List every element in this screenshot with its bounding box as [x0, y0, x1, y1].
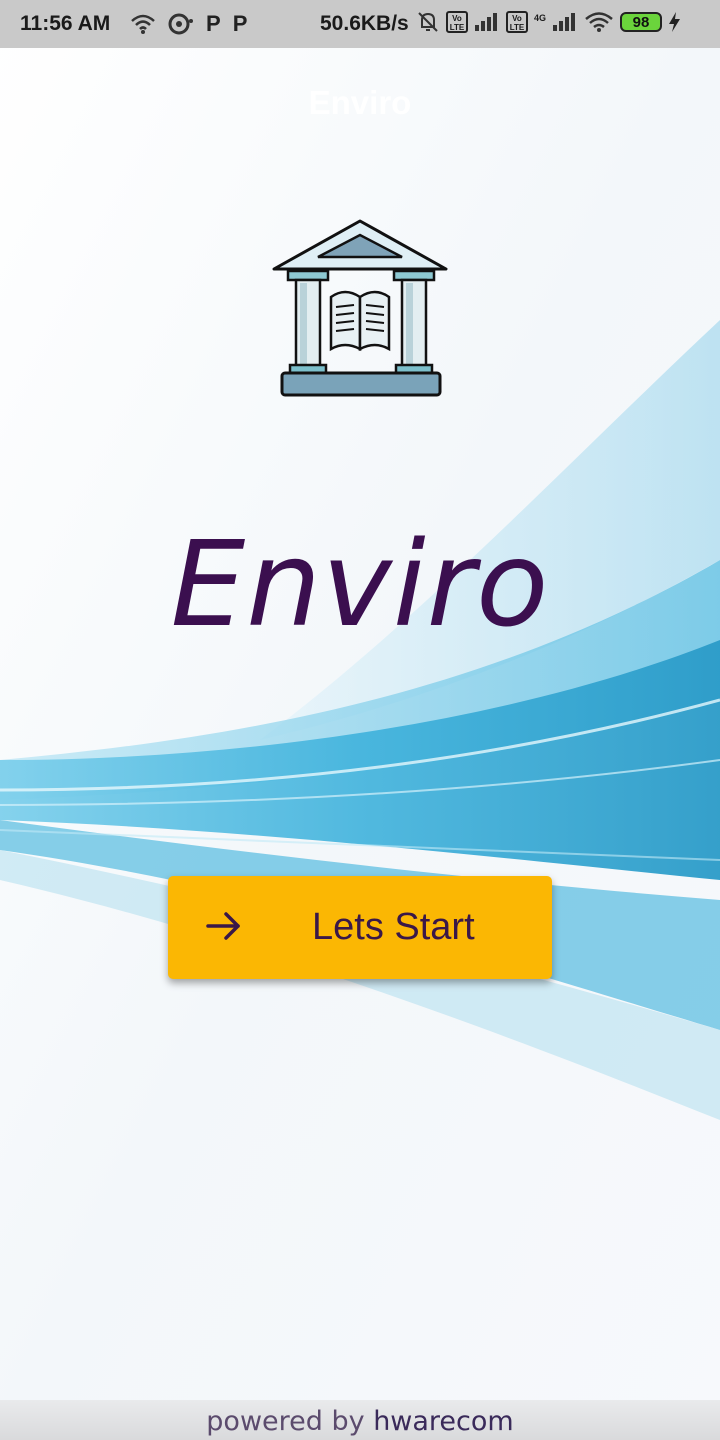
arrow-right-icon — [206, 912, 240, 940]
volte-icon-1: Vo LTE — [446, 11, 468, 33]
footer-bar: powered by hwarecom — [0, 1400, 720, 1440]
battery-indicator: 98 — [620, 12, 663, 32]
mute-bell-icon — [418, 12, 438, 32]
wifi-icon — [585, 12, 613, 32]
network-type: 4G — [534, 12, 547, 23]
splash-screen: 11:56 AM P P 50.6KB/s Vo LTE Vo LTE 4G 9… — [0, 0, 720, 1440]
brand-title: Enviro — [170, 515, 550, 653]
status-right-icons: Vo LTE Vo LTE 4G 98 — [416, 10, 682, 34]
network-speed: 50.6KB/s — [320, 12, 409, 35]
status-bar: 11:56 AM P P 50.6KB/s Vo LTE Vo LTE 4G 9… — [0, 0, 720, 48]
lets-start-button[interactable]: Lets Start — [168, 876, 552, 979]
signal-icon-1 — [475, 13, 497, 31]
powered-by-text: powered by hwarecom — [0, 1406, 720, 1437]
charging-bolt-icon — [669, 12, 681, 32]
app-bar-title: Enviro — [308, 84, 412, 121]
library-building-icon — [272, 219, 448, 397]
data-saver-icon — [168, 13, 193, 35]
p-icon-2: P — [232, 11, 248, 36]
status-time: 11:56 AM — [20, 12, 111, 35]
powered-by-brand[interactable]: hwarecom — [373, 1406, 514, 1437]
wifi-hotspot-icon — [131, 14, 155, 34]
powered-by-prefix: powered by — [206, 1406, 365, 1437]
lets-start-label: Lets Start — [312, 906, 475, 948]
p-icon-1: P — [206, 11, 221, 36]
volte-icon-2: Vo LTE — [506, 11, 528, 33]
signal-icon-2 — [553, 13, 576, 31]
status-left-icons: P P — [130, 11, 247, 37]
